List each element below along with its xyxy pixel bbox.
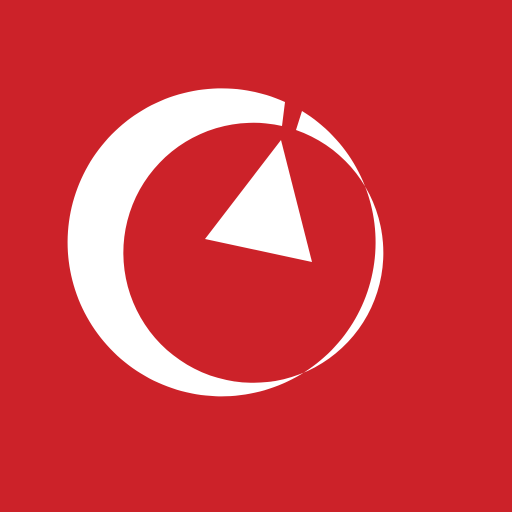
app-icon <box>0 0 512 512</box>
stopwatch-pointer-icon <box>0 0 512 512</box>
